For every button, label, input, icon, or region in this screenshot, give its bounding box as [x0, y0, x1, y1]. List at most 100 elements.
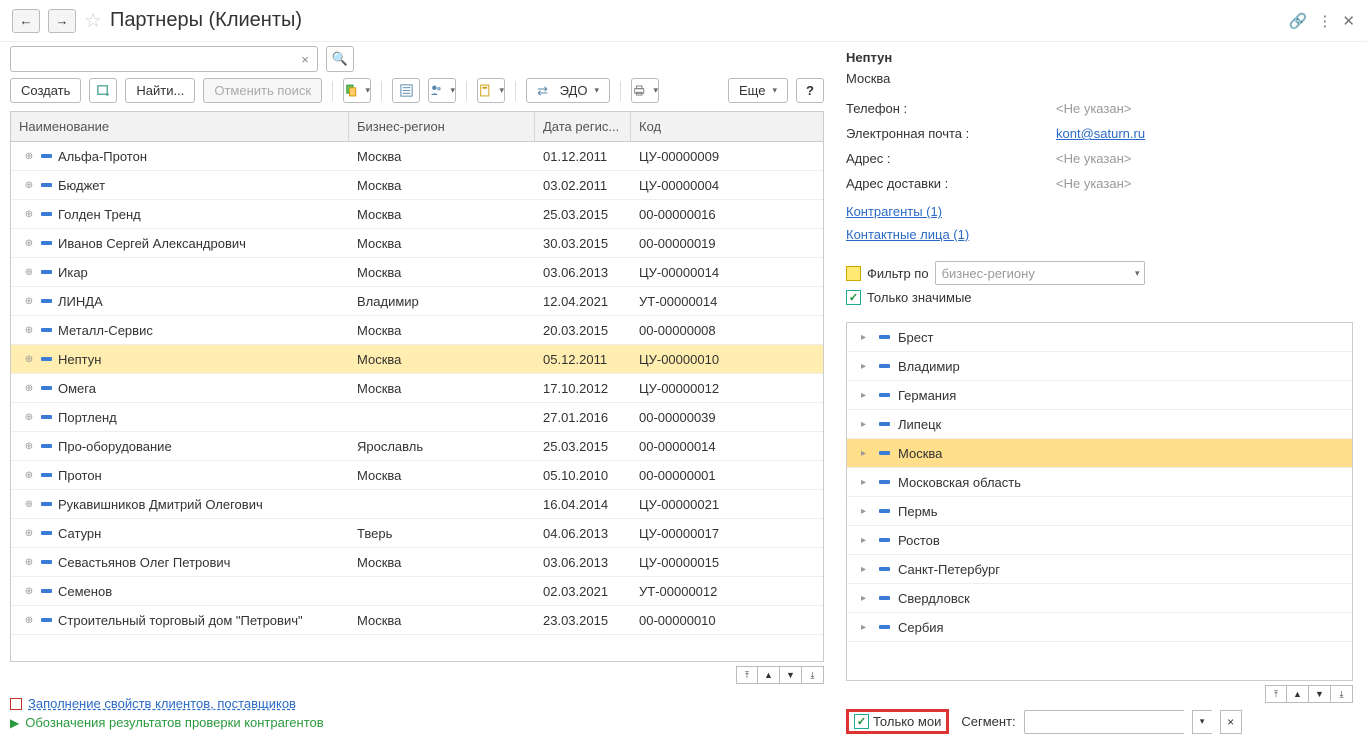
expand-icon[interactable]: ▸	[861, 477, 871, 488]
region-item[interactable]: ▸Московская область	[847, 468, 1352, 497]
expand-icon[interactable]: ▸	[861, 361, 871, 372]
scroll-down-button[interactable]: ▼	[780, 666, 802, 684]
link-icon[interactable]: 🔗	[1289, 12, 1308, 30]
segment-input[interactable]	[1024, 710, 1184, 734]
region-item[interactable]: ▸Санкт-Петербург	[847, 555, 1352, 584]
expand-icon[interactable]: ▸	[861, 419, 871, 430]
expand-icon[interactable]: ⊕	[23, 151, 35, 162]
region-item[interactable]: ▸Брест	[847, 323, 1352, 352]
table-row[interactable]: ⊕ЛИНДАВладимир12.04.2021УТ-00000014	[11, 287, 823, 316]
scroll-up-button[interactable]: ▲	[758, 666, 780, 684]
scroll-bottom-button[interactable]: ⤓	[802, 666, 824, 684]
more-button[interactable]: Еще	[728, 78, 788, 103]
region-item[interactable]: ▸Липецк	[847, 410, 1352, 439]
expand-icon[interactable]: ⊕	[23, 238, 35, 249]
expand-icon[interactable]: ⊕	[23, 383, 35, 394]
expand-icon[interactable]: ▸	[861, 622, 871, 633]
tree-scroll-top-button[interactable]: ⤒	[1265, 685, 1287, 703]
expand-icon[interactable]: ▸	[861, 535, 871, 546]
clipboard-button[interactable]	[343, 78, 371, 103]
tree-scroll-down-button[interactable]: ▼	[1309, 685, 1331, 703]
search-button[interactable]: 🔍	[326, 46, 354, 72]
close-icon[interactable]: ✕	[1342, 12, 1355, 30]
table-row[interactable]: ⊕Рукавишников Дмитрий Олегович16.04.2014…	[11, 490, 823, 519]
region-item[interactable]: ▸Москва	[847, 439, 1352, 468]
help-button[interactable]: ?	[796, 78, 824, 103]
users-button[interactable]	[428, 78, 456, 103]
scroll-top-button[interactable]: ⤒	[736, 666, 758, 684]
table-row[interactable]: ⊕БюджетМосква03.02.2011ЦУ-00000004	[11, 171, 823, 200]
table-row[interactable]: ⊕НептунМосква05.12.2011ЦУ-00000010	[11, 345, 823, 374]
only-significant-checkbox[interactable]: ✓	[846, 290, 861, 305]
edo-button[interactable]: ⇄ ЭДО	[526, 78, 610, 103]
expand-icon[interactable]: ⊕	[23, 296, 35, 307]
segment-clear-button[interactable]: ×	[1220, 710, 1242, 734]
expand-icon[interactable]: ⊕	[23, 470, 35, 481]
column-header-region[interactable]: Бизнес-регион	[349, 112, 535, 141]
expand-icon[interactable]: ⊕	[23, 354, 35, 365]
expand-icon[interactable]: ▸	[861, 506, 871, 517]
list-button[interactable]	[392, 78, 420, 103]
expand-icon[interactable]: ▸	[861, 593, 871, 604]
contacts-link[interactable]: Контактные лица (1)	[846, 227, 969, 242]
column-header-code[interactable]: Код	[631, 112, 823, 141]
tree-scroll-up-button[interactable]: ▲	[1287, 685, 1309, 703]
column-header-date[interactable]: Дата регис...	[535, 112, 631, 141]
table-row[interactable]: ⊕Голден ТрендМосква25.03.201500-00000016	[11, 200, 823, 229]
region-item[interactable]: ▸Свердловск	[847, 584, 1352, 613]
expand-icon[interactable]: ⊕	[23, 267, 35, 278]
table-row[interactable]: ⊕Альфа-ПротонМосква01.12.2011ЦУ-00000009	[11, 142, 823, 171]
create-group-button[interactable]	[89, 78, 117, 103]
nav-back-button[interactable]: ←	[12, 9, 40, 33]
table-row[interactable]: ⊕Семенов02.03.2021УТ-00000012	[11, 577, 823, 606]
filter-by-select[interactable]: бизнес-региону▾	[935, 261, 1145, 285]
table-row[interactable]: ⊕ИкарМосква03.06.2013ЦУ-00000014	[11, 258, 823, 287]
template-button[interactable]	[477, 78, 505, 103]
table-row[interactable]: ⊕Про-оборудованиеЯрославль25.03.201500-0…	[11, 432, 823, 461]
expand-icon[interactable]: ▶	[10, 716, 19, 730]
expand-icon[interactable]: ▸	[861, 448, 871, 459]
expand-icon[interactable]: ⊕	[23, 557, 35, 568]
expand-icon[interactable]: ⊕	[23, 528, 35, 539]
region-item[interactable]: ▸Германия	[847, 381, 1352, 410]
email-value[interactable]: kont@saturn.ru	[1056, 126, 1145, 141]
expand-icon[interactable]: ⊕	[23, 412, 35, 423]
expand-icon[interactable]: ⊕	[23, 180, 35, 191]
region-item[interactable]: ▸Ростов	[847, 526, 1352, 555]
expand-icon[interactable]: ⊕	[23, 325, 35, 336]
region-item[interactable]: ▸Владимир	[847, 352, 1352, 381]
region-item[interactable]: ▸Пермь	[847, 497, 1352, 526]
table-row[interactable]: ⊕Строительный торговый дом "Петрович"Мос…	[11, 606, 823, 635]
table-row[interactable]: ⊕Севастьянов Олег ПетровичМосква03.06.20…	[11, 548, 823, 577]
expand-icon[interactable]: ⊕	[23, 499, 35, 510]
segment-dropdown-button[interactable]: ▾	[1192, 710, 1212, 734]
expand-icon[interactable]: ⊕	[23, 209, 35, 220]
expand-icon[interactable]: ▸	[861, 332, 871, 343]
table-row[interactable]: ⊕Металл-СервисМосква20.03.201500-0000000…	[11, 316, 823, 345]
table-row[interactable]: ⊕ОмегаМосква17.10.2012ЦУ-00000012	[11, 374, 823, 403]
table-row[interactable]: ⊕Портленд27.01.201600-00000039	[11, 403, 823, 432]
region-item[interactable]: ▸Сербия	[847, 613, 1352, 642]
expand-icon[interactable]: ⊕	[23, 615, 35, 626]
table-row[interactable]: ⊕ПротонМосква05.10.201000-00000001	[11, 461, 823, 490]
contragents-link[interactable]: Контрагенты (1)	[846, 204, 942, 219]
print-button[interactable]	[631, 78, 659, 103]
check-results-link[interactable]: Обозначения результатов проверки контраг…	[25, 715, 323, 730]
expand-icon[interactable]: ⊕	[23, 441, 35, 452]
filter-by-checkbox[interactable]	[846, 266, 861, 281]
table-row[interactable]: ⊕СатурнТверь04.06.2013ЦУ-00000017	[11, 519, 823, 548]
search-input[interactable]	[10, 46, 318, 72]
expand-icon[interactable]: ▸	[861, 564, 871, 575]
favorite-star-icon[interactable]: ☆	[84, 8, 102, 33]
more-menu-icon[interactable]: ⋮	[1317, 12, 1332, 30]
table-row[interactable]: ⊕Иванов Сергей АлександровичМосква30.03.…	[11, 229, 823, 258]
expand-icon[interactable]: ▸	[861, 390, 871, 401]
expand-icon[interactable]: ⊕	[23, 586, 35, 597]
tree-scroll-bottom-button[interactable]: ⤓	[1331, 685, 1353, 703]
fill-properties-link[interactable]: Заполнение свойств клиентов, поставщиков	[28, 696, 296, 711]
column-header-name[interactable]: Наименование	[11, 112, 349, 141]
nav-forward-button[interactable]: →	[48, 9, 76, 33]
create-button[interactable]: Создать	[10, 78, 81, 103]
find-button[interactable]: Найти...	[125, 78, 195, 103]
only-mine-checkbox[interactable]: ✓	[854, 714, 869, 729]
